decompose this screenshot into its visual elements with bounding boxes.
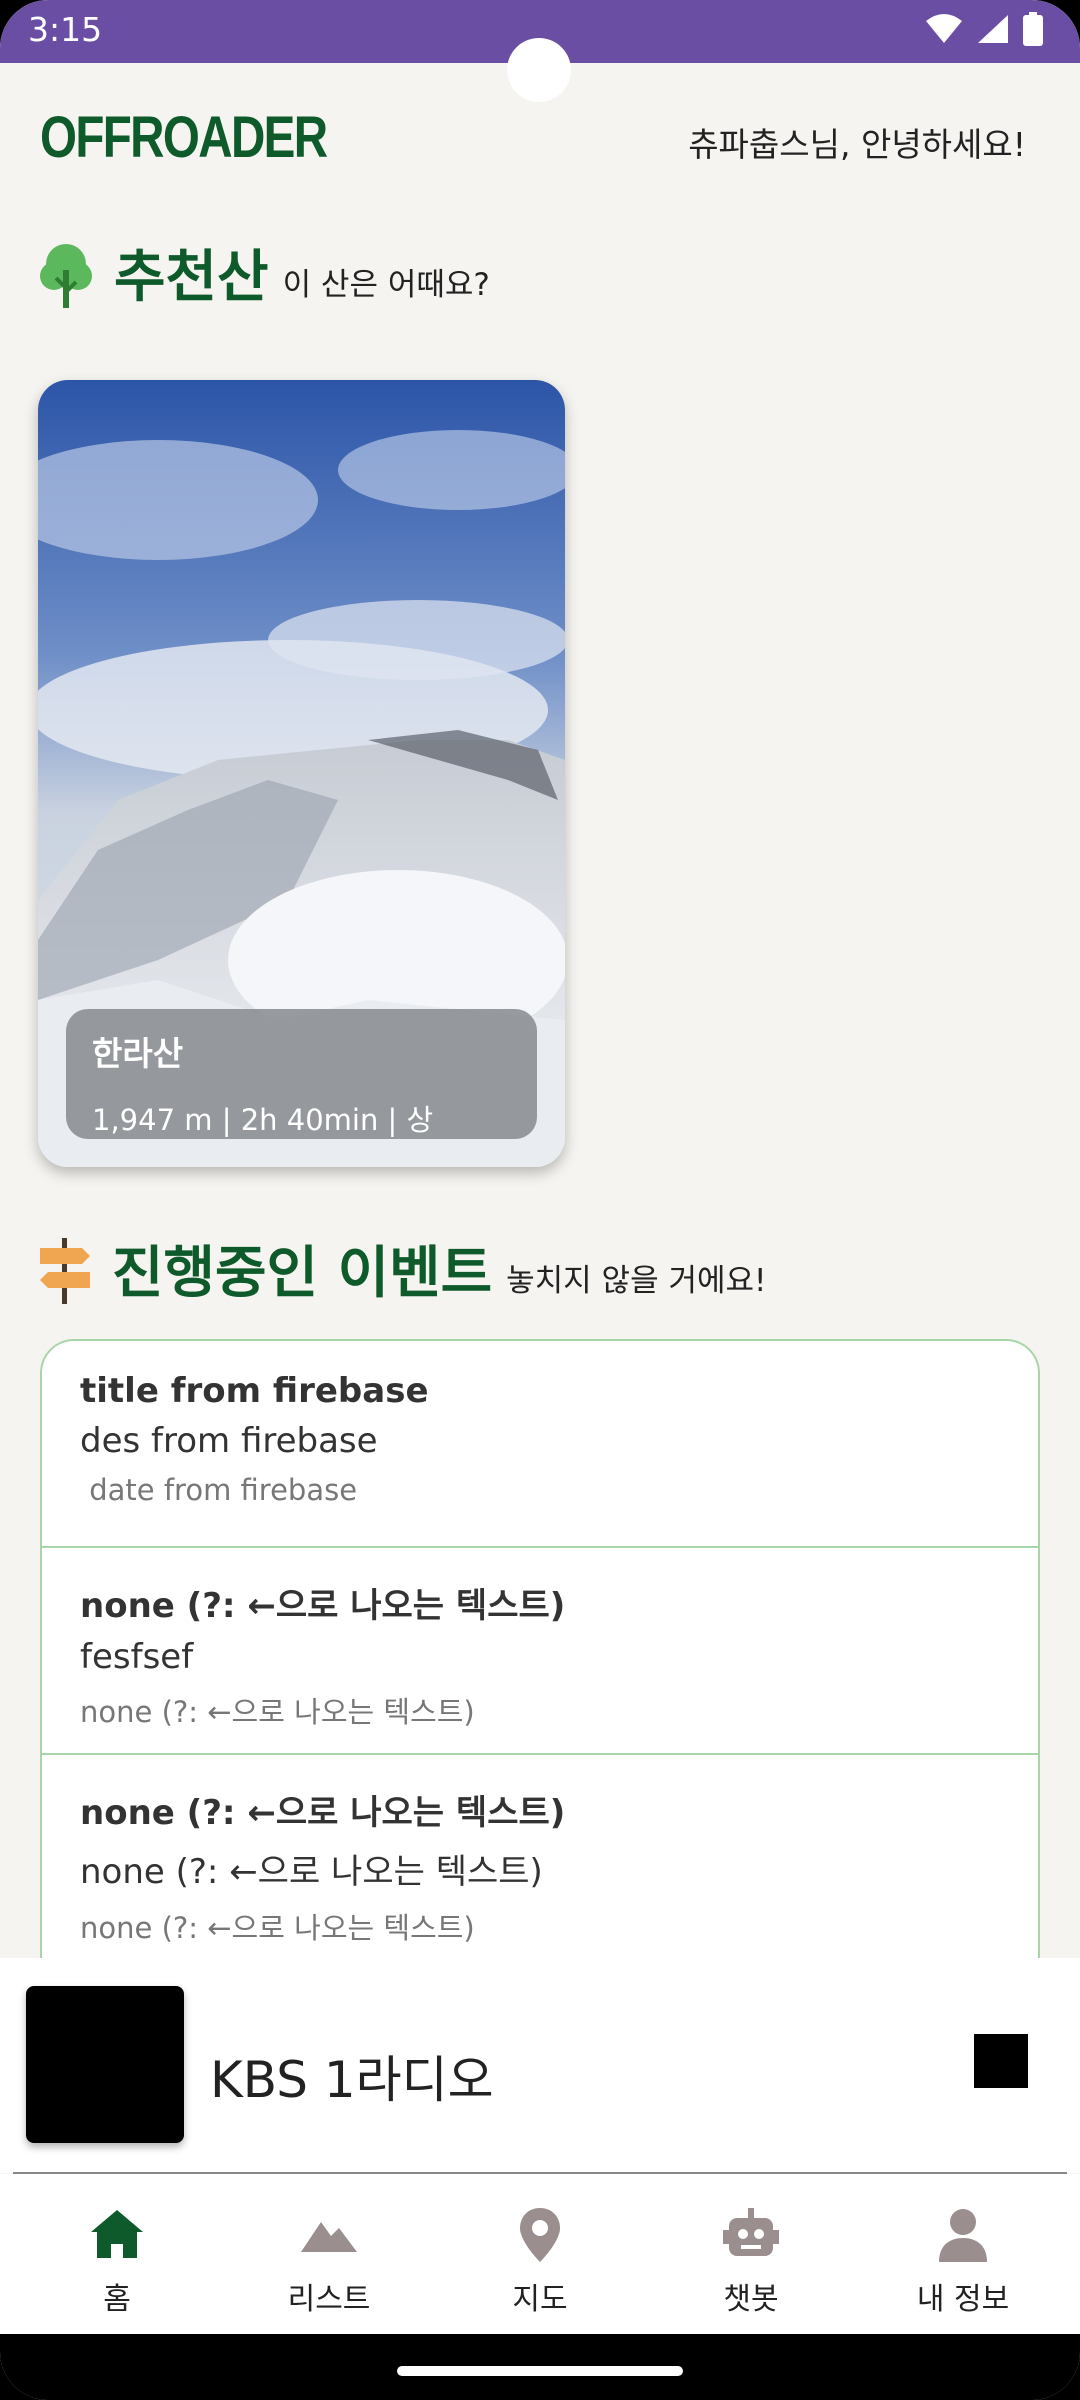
nav-item-chatbot[interactable]: 챗봇 xyxy=(643,2174,859,2334)
radio-station-name: KBS 1라디오 xyxy=(210,2051,494,2109)
event-description: fesfsef xyxy=(80,1637,194,1677)
signpost-icon xyxy=(40,1238,90,1304)
mountain-info-overlay: 한라산 1,947 m | 2h 40min | 상 xyxy=(66,1009,537,1139)
app-screen: 3:15 OFFROADER 츄파춥스님, 안녕하세요! 추천산 이 산은 어때… xyxy=(0,0,1080,2400)
home-icon xyxy=(91,2210,143,2258)
app-logo: OFFROADER xyxy=(40,105,328,170)
home-indicator[interactable] xyxy=(397,2366,683,2376)
wifi-icon xyxy=(926,14,962,43)
robot-icon xyxy=(723,2208,779,2256)
events-subtitle: 놓치지 않을 거에요! xyxy=(506,1263,767,1299)
recommend-subtitle: 이 산은 어때요? xyxy=(282,267,490,303)
map-pin-icon xyxy=(520,2208,560,2262)
event-item[interactable]: title from firebase des from firebase da… xyxy=(42,1341,1038,1548)
camera-cutout xyxy=(507,38,571,102)
radio-thumbnail xyxy=(26,1986,184,2143)
status-time: 3:15 xyxy=(28,10,103,49)
radio-player[interactable]: KBS 1라디오 xyxy=(0,1958,1080,2173)
greeting-text: 츄파춥스님, 안녕하세요! xyxy=(688,125,1026,164)
nav-item-profile[interactable]: 내 정보 xyxy=(855,2174,1071,2334)
nav-label-home: 홈 xyxy=(103,2282,131,2317)
stop-button[interactable] xyxy=(974,2034,1028,2088)
mountain-name: 한라산 xyxy=(92,1034,184,1073)
event-date: date from firebase xyxy=(80,1473,358,1507)
gesture-bar xyxy=(0,2334,1080,2400)
event-date: none (?: ←으로 나오는 텍스트) xyxy=(80,1911,475,1945)
event-item[interactable]: none (?: ←으로 나오는 텍스트) none (?: ←으로 나오는 텍… xyxy=(42,1755,1038,1962)
bottom-nav: 홈 리스트 지도 챗봇 내 정보 xyxy=(0,2174,1080,2334)
event-title: none (?: ←으로 나오는 텍스트) xyxy=(80,1586,566,1626)
person-icon xyxy=(939,2209,987,2262)
events-list: title from firebase des from firebase da… xyxy=(40,1339,1040,2059)
recommend-title: 추천산 xyxy=(114,245,269,310)
nav-label-list: 리스트 xyxy=(287,2282,371,2317)
battery-icon xyxy=(1023,12,1043,46)
mountain-card[interactable]: 한라산 1,947 m | 2h 40min | 상 xyxy=(38,380,565,1167)
recommend-heading: 추천산 이 산은 어때요? xyxy=(36,240,490,310)
nav-item-list[interactable]: 리스트 xyxy=(221,2174,437,2334)
event-description: none (?: ←으로 나오는 텍스트) xyxy=(80,1852,543,1892)
event-item[interactable]: none (?: ←으로 나오는 텍스트) fesfsef none (?: ←… xyxy=(42,1548,1038,1755)
mountain-icon xyxy=(301,2222,357,2252)
mountain-meta: 1,947 m | 2h 40min | 상 xyxy=(92,1103,434,1137)
event-date: none (?: ←으로 나오는 텍스트) xyxy=(80,1695,475,1729)
signal-icon xyxy=(978,15,1008,43)
event-description: des from firebase xyxy=(80,1421,378,1461)
events-heading: 진행중인 이벤트 놓치지 않을 거에요! xyxy=(36,1236,766,1306)
nav-label-profile: 내 정보 xyxy=(916,2282,1010,2317)
nav-item-map[interactable]: 지도 xyxy=(432,2174,648,2334)
status-icons xyxy=(924,12,1044,46)
nav-item-home[interactable]: 홈 xyxy=(9,2174,225,2334)
event-title: title from firebase xyxy=(80,1371,429,1411)
events-title: 진행중인 이벤트 xyxy=(112,1241,493,1306)
tree-icon xyxy=(40,244,92,308)
event-title: none (?: ←으로 나오는 텍스트) xyxy=(80,1793,566,1833)
nav-label-chatbot: 챗봇 xyxy=(723,2282,779,2317)
nav-label-map: 지도 xyxy=(512,2282,568,2317)
